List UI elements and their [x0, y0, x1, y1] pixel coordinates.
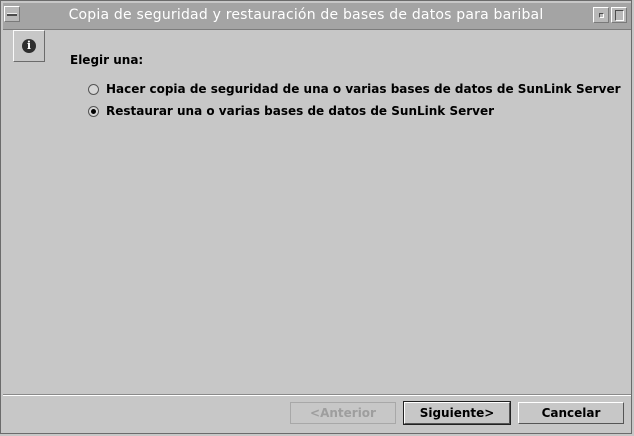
option-restore[interactable]: Restaurar una o varias bases de datos de…: [88, 104, 494, 118]
button-separator: [3, 394, 631, 396]
dialog-content: i Elegir una: Hacer copia de seguridad d…: [3, 30, 631, 395]
radio-restore[interactable]: [88, 105, 99, 117]
window-title: Copia de seguridad y restauración de bas…: [68, 7, 544, 23]
maximize-icon: [615, 10, 624, 21]
info-button[interactable]: i: [13, 30, 45, 62]
minimize-icon: [599, 13, 604, 18]
window-menu-button[interactable]: [4, 6, 20, 22]
cancel-button[interactable]: Cancelar: [518, 402, 624, 424]
minimize-button[interactable]: [593, 7, 609, 23]
radio-backup[interactable]: [88, 83, 99, 95]
dialog-window: Copia de seguridad y restauración de bas…: [0, 0, 632, 434]
title-bar[interactable]: Copia de seguridad y restauración de bas…: [3, 3, 631, 30]
maximize-button[interactable]: [611, 7, 627, 23]
info-icon: i: [22, 39, 36, 53]
next-button[interactable]: Siguiente>: [403, 401, 511, 425]
choice-prompt: Elegir una:: [70, 53, 144, 67]
option-restore-label: Restaurar una o varias bases de datos de…: [106, 104, 495, 118]
option-backup-label: Hacer copia de seguridad de una o varias…: [106, 82, 621, 96]
window-menu-icon: [7, 13, 17, 16]
previous-button[interactable]: <Anterior: [290, 402, 396, 424]
option-backup[interactable]: Hacer copia de seguridad de una o varias…: [88, 82, 621, 96]
